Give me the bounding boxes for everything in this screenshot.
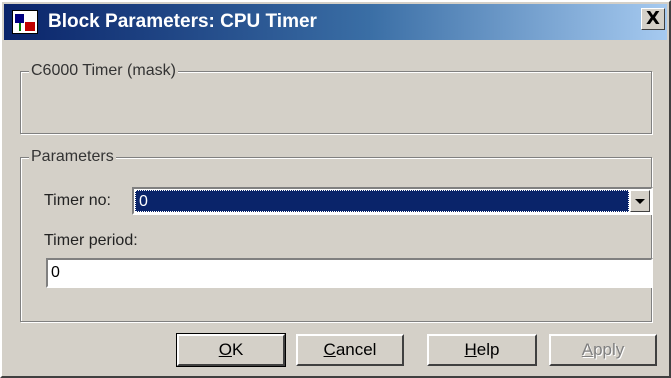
close-icon[interactable]: X [641, 8, 665, 30]
cancel-mnemonic: C [323, 340, 336, 359]
help-label-rest: elp [476, 340, 500, 359]
mask-description-group: C6000 Timer (mask) [20, 62, 652, 134]
chevron-down-icon[interactable] [630, 190, 650, 212]
timer-period-label: Timer period: [44, 232, 138, 249]
timer-period-input[interactable]: 0 [46, 258, 653, 288]
timer-no-label: Timer no: [44, 192, 111, 209]
apply-button[interactable]: Apply [549, 334, 657, 366]
parameters-group-legend: Parameters [29, 148, 116, 166]
title-bar[interactable]: Block Parameters: CPU Timer [4, 4, 667, 40]
apply-mnemonic: A [581, 340, 594, 359]
ok-mnemonic: O [218, 340, 232, 359]
cancel-label-rest: ancel [335, 340, 377, 359]
apply-label-rest: pply [593, 340, 625, 359]
mask-group-legend: C6000 Timer (mask) [29, 62, 178, 80]
ok-label-rest: K [231, 340, 244, 359]
help-button[interactable]: Help [427, 334, 537, 366]
simulink-block-icon [12, 10, 38, 34]
timer-no-select[interactable]: 0 [132, 187, 653, 215]
cancel-button[interactable]: Cancel [296, 334, 404, 366]
window-title: Block Parameters: CPU Timer [48, 11, 317, 32]
ok-button[interactable]: OK [176, 333, 286, 367]
block-parameters-dialog: Block Parameters: CPU Timer X C6000 Time… [0, 0, 671, 378]
timer-no-selected-value: 0 [135, 190, 629, 212]
help-mnemonic: H [464, 340, 477, 359]
